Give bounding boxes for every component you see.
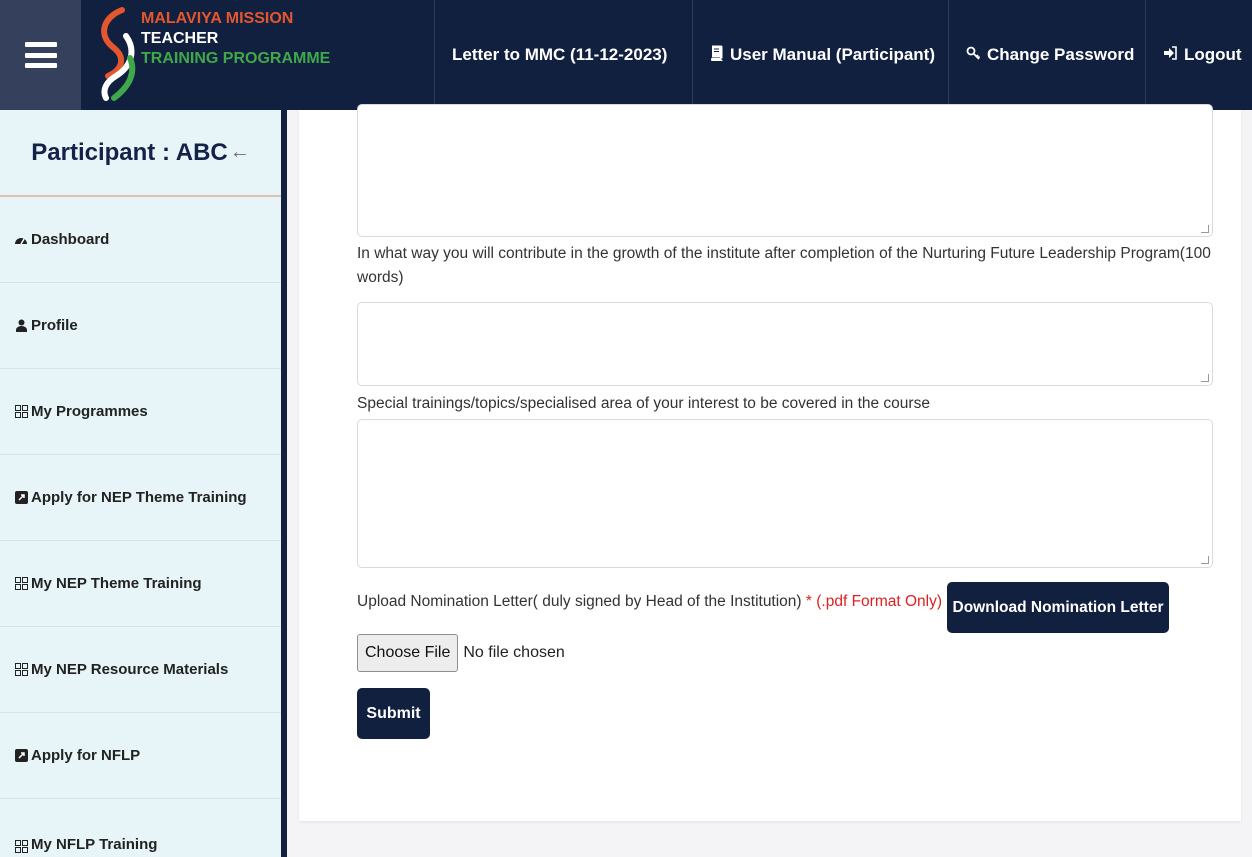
resize-handle-icon[interactable] bbox=[1201, 225, 1209, 233]
collapse-arrow-icon[interactable]: ← bbox=[230, 141, 250, 164]
sidebar-item-apply-nep[interactable]: Apply for NEP Theme Training bbox=[0, 455, 281, 541]
sidebar-item-label: My NEP Resource Materials bbox=[31, 661, 229, 678]
nav-letter-label: Letter to MMC (11-12-2023) bbox=[452, 45, 668, 64]
special-training-label: Special trainings/topics/specialised are… bbox=[357, 395, 930, 412]
nav-manual-label: User Manual (Participant) bbox=[730, 45, 935, 64]
user-icon bbox=[14, 319, 28, 332]
upload-nomination-label: Upload Nomination Letter( duly signed by… bbox=[357, 590, 942, 614]
sidebar-item-label: Apply for NEP Theme Training bbox=[31, 489, 247, 506]
grid-icon bbox=[14, 840, 28, 853]
sidebar-item-my-nflp[interactable]: My NFLP Training bbox=[0, 799, 281, 857]
sidebar-divider bbox=[281, 110, 287, 857]
resize-handle-icon[interactable] bbox=[1201, 374, 1209, 382]
logout-icon bbox=[1163, 46, 1178, 64]
submit-button[interactable]: Submit bbox=[357, 688, 430, 739]
grid-icon bbox=[14, 577, 28, 590]
logo-line-3: TRAINING PROGRAMME bbox=[141, 50, 331, 67]
sidebar-header: Participant : ABC ← bbox=[0, 110, 281, 197]
sidebar-item-label: Profile bbox=[31, 317, 78, 334]
logo-line-2: TEACHER bbox=[141, 30, 219, 47]
upload-label-text: Upload Nomination Letter( duly signed by… bbox=[357, 593, 802, 610]
sidebar-item-label: Apply for NFLP bbox=[31, 747, 141, 764]
book-icon bbox=[710, 45, 724, 65]
logo-wordmark: MALAVIYA MISSION TEACHER TRAINING PROGRA… bbox=[141, 9, 330, 69]
sidebar-item-apply-nflp[interactable]: Apply for NFLP bbox=[0, 713, 281, 799]
nav-user-manual[interactable]: User Manual (Participant) bbox=[692, 0, 948, 110]
required-mark: * bbox=[805, 593, 812, 610]
sidebar-item-my-nep-theme[interactable]: My NEP Theme Training bbox=[0, 541, 281, 627]
sidebar-item-label: My NEP Theme Training bbox=[31, 575, 202, 592]
choose-file-button[interactable]: Choose File bbox=[357, 634, 459, 672]
growth-answer-textarea[interactable] bbox=[357, 302, 1213, 386]
nav-letter-to-mmc[interactable]: Letter to MMC (11-12-2023) bbox=[434, 0, 692, 110]
sidebar-item-nep-resources[interactable]: My NEP Resource Materials bbox=[0, 627, 281, 713]
sidebar-item-label: My NFLP Training bbox=[31, 836, 158, 853]
logo-swoosh-icon bbox=[101, 7, 136, 101]
logo-line-1: MALAVIYA MISSION bbox=[141, 10, 294, 27]
key-icon bbox=[966, 46, 981, 65]
sidebar-item-label: My Programmes bbox=[31, 403, 148, 420]
sidebar-item-dashboard[interactable]: Dashboard bbox=[0, 197, 281, 283]
app-logo[interactable]: MALAVIYA MISSION TEACHER TRAINING PROGRA… bbox=[86, 0, 330, 110]
participant-name: Participant : ABC bbox=[31, 138, 228, 166]
nav-change-password[interactable]: Change Password bbox=[948, 0, 1145, 110]
growth-question-label: In what way you will contribute in the g… bbox=[357, 245, 1211, 286]
file-status-text: No file chosen bbox=[463, 644, 565, 661]
top-navbar: MALAVIYA MISSION TEACHER TRAINING PROGRA… bbox=[0, 0, 1252, 110]
download-nomination-button[interactable]: Download Nomination Letter bbox=[947, 582, 1169, 633]
sidebar-item-profile[interactable]: Profile bbox=[0, 283, 281, 369]
sidebar-item-label: Dashboard bbox=[31, 231, 110, 248]
nav-logout-label: Logout bbox=[1184, 45, 1242, 64]
sidebar: Participant : ABC ← Dashboard Profile My… bbox=[0, 110, 281, 857]
pdf-format-note: (.pdf Format Only) bbox=[816, 593, 943, 610]
previous-answer-textarea[interactable] bbox=[357, 104, 1213, 237]
grid-icon bbox=[14, 663, 28, 676]
grid-icon bbox=[14, 405, 28, 418]
sidebar-item-my-programmes[interactable]: My Programmes bbox=[0, 369, 281, 455]
hamburger-icon bbox=[24, 42, 57, 68]
menu-toggle-button[interactable] bbox=[0, 0, 81, 110]
external-link-icon bbox=[14, 491, 28, 504]
nav-logout[interactable]: Logout bbox=[1145, 0, 1252, 110]
external-link-icon bbox=[14, 749, 28, 762]
file-upload-field: Choose File No file chosen bbox=[357, 634, 565, 672]
special-training-textarea[interactable] bbox=[357, 419, 1213, 568]
dashboard-icon bbox=[14, 234, 28, 246]
nav-password-label: Change Password bbox=[987, 45, 1135, 64]
resize-handle-icon[interactable] bbox=[1201, 556, 1209, 564]
